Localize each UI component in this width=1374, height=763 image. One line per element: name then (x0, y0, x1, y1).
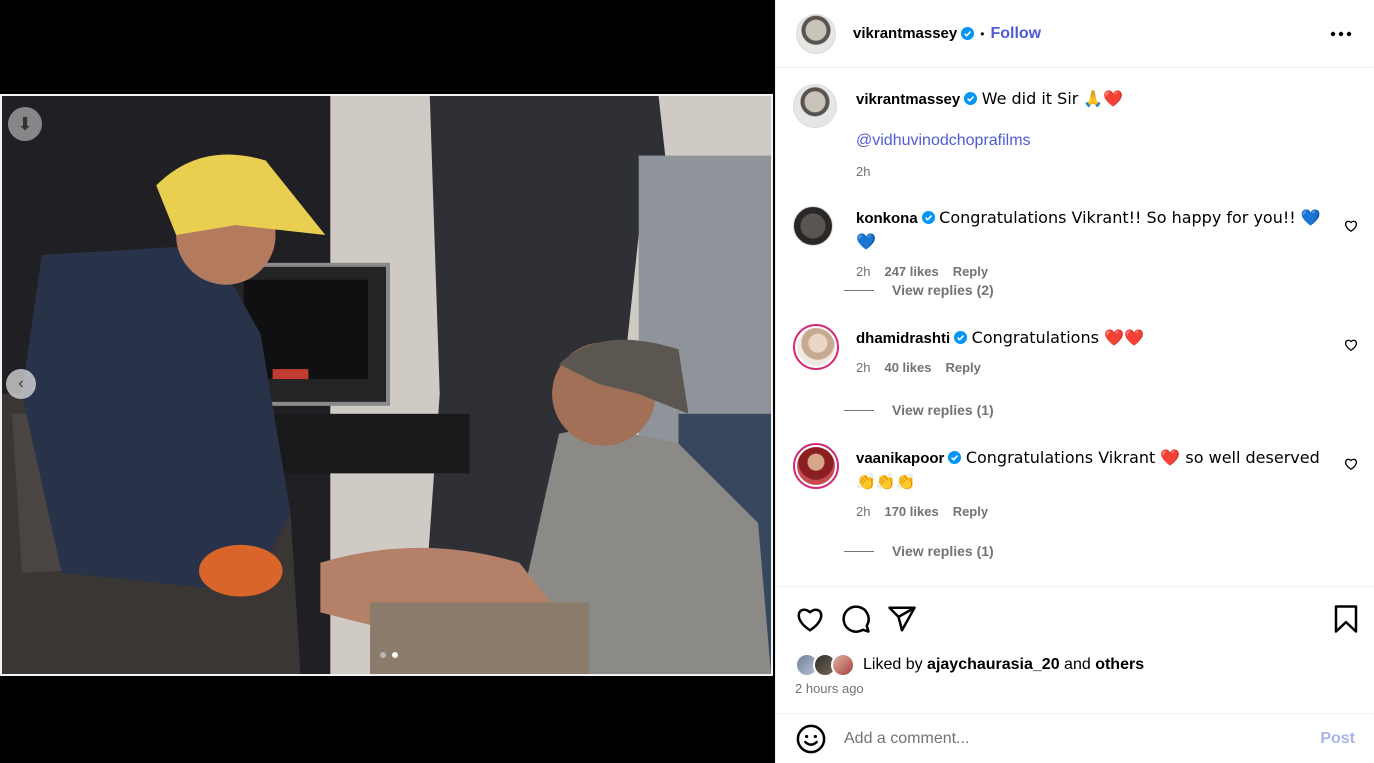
comment-body: vaanikapoor Congratulations Vikrant ❤️ s… (856, 446, 1326, 523)
verified-badge-icon (961, 27, 975, 40)
comment-body: konkona Congratulations Vikrant!! So hap… (856, 206, 1326, 283)
more-dots-icon (1330, 31, 1352, 37)
media-pane: ⬇ ‹ (0, 0, 775, 763)
comment-likes[interactable]: 170 likes (884, 500, 938, 523)
liked-by-others-link[interactable]: others (1095, 656, 1144, 674)
liker-avatar (831, 653, 855, 677)
like-heart-icon[interactable] (795, 604, 825, 634)
carousel-dot (380, 652, 386, 658)
comment-likes[interactable]: 40 likes (884, 356, 931, 379)
comment-text: Congratulations ❤️❤️ (971, 328, 1144, 347)
follow-button[interactable]: Follow (990, 25, 1041, 43)
caption-time: 2h (856, 164, 871, 179)
author-avatar[interactable] (796, 13, 836, 54)
save-bookmark-icon[interactable] (1331, 604, 1361, 634)
more-options-button[interactable] (1330, 24, 1352, 44)
comment-bubble-icon[interactable] (841, 604, 871, 634)
view-replies-label: View replies (1) (892, 402, 994, 418)
caption-username[interactable]: vikrantmassey (856, 91, 960, 108)
liked-by-conjunction: and (1064, 656, 1091, 673)
carousel-prev-button[interactable]: ‹ (6, 369, 36, 399)
view-replies-label: View replies (1) (892, 543, 994, 559)
download-button[interactable]: ⬇ (8, 107, 42, 141)
view-replies-line (844, 550, 874, 552)
caption-mention-link[interactable]: @vidhuvinodchoprafilms (856, 129, 1326, 152)
view-replies-button[interactable]: View replies (1) (844, 402, 994, 418)
comment-username[interactable]: dhamidrashti (856, 330, 950, 347)
comment-time: 2h (856, 360, 871, 375)
post-timestamp: 2 hours ago (795, 681, 864, 696)
post-actions: Liked by ajaychaurasia_20 and others 2 h… (776, 586, 1374, 713)
view-replies-line (844, 289, 874, 291)
share-paper-plane-icon[interactable] (887, 604, 917, 634)
author-username[interactable]: vikrantmassey (853, 25, 957, 42)
add-comment-bar: Post (776, 713, 1374, 763)
comment-meta: 2h 170 likes Reply (856, 500, 1326, 523)
caption-body: vikrantmassey We did it Sir 🙏❤️ @vidhuvi… (856, 87, 1326, 183)
header-separator: • (980, 26, 985, 41)
liked-by-row: Liked by ajaychaurasia_20 and others (795, 653, 1144, 677)
liker-avatar-stack[interactable] (795, 653, 855, 677)
comments-list[interactable]: vikrantmassey We did it Sir 🙏❤️ @vidhuvi… (776, 68, 1374, 586)
verified-badge-icon (954, 331, 968, 344)
liked-by-prefix: Liked by (863, 656, 923, 673)
like-comment-heart-icon[interactable] (1344, 338, 1358, 352)
carousel-indicator (380, 652, 398, 658)
post-header: vikrantmassey • Follow (776, 0, 1374, 68)
view-replies-line (844, 409, 874, 411)
comment-avatar[interactable] (793, 443, 839, 489)
arrow-down-icon: ⬇ (17, 113, 33, 134)
view-replies-button[interactable]: View replies (1) (844, 543, 994, 559)
comment-meta: 2h 247 likes Reply (856, 260, 1326, 283)
comment-username[interactable]: vaanikapoor (856, 450, 944, 467)
comment-reply-button[interactable]: Reply (953, 260, 988, 283)
photo-illustration (2, 96, 771, 674)
post-photo[interactable] (0, 94, 773, 676)
comment-time: 2h (856, 264, 871, 279)
comment-likes[interactable]: 247 likes (884, 260, 938, 283)
comment-time: 2h (856, 504, 871, 519)
carousel-dot-active (392, 652, 398, 658)
caption-avatar[interactable] (793, 84, 837, 128)
verified-badge-icon (921, 211, 935, 224)
comment-reply-button[interactable]: Reply (945, 356, 980, 379)
post-side-pane: vikrantmassey • Follow vikrantmassey We … (775, 0, 1374, 763)
like-comment-heart-icon[interactable] (1344, 219, 1358, 233)
chevron-left-icon: ‹ (18, 375, 24, 392)
comment-avatar[interactable] (793, 206, 833, 246)
action-icons (795, 604, 917, 634)
comment-reply-button[interactable]: Reply (953, 500, 988, 523)
post-comment-button[interactable]: Post (1320, 730, 1355, 748)
comment-username[interactable]: konkona (856, 210, 918, 227)
comment-body: dhamidrashti Congratulations ❤️❤️ 2h 40 … (856, 326, 1326, 379)
view-replies-button[interactable]: View replies (2) (844, 282, 994, 298)
emoji-smiley-icon[interactable] (796, 724, 826, 754)
liked-by-user-link[interactable]: ajaychaurasia_20 (927, 656, 1060, 674)
verified-badge-icon (964, 92, 978, 105)
verified-badge-icon (948, 451, 962, 464)
comment-avatar[interactable] (793, 324, 839, 370)
comment-input[interactable] (844, 729, 1321, 748)
comment-meta: 2h 40 likes Reply (856, 356, 1326, 379)
caption-text: We did it Sir 🙏❤️ (981, 89, 1124, 108)
like-comment-heart-icon[interactable] (1344, 457, 1358, 471)
view-replies-label: View replies (2) (892, 282, 994, 298)
